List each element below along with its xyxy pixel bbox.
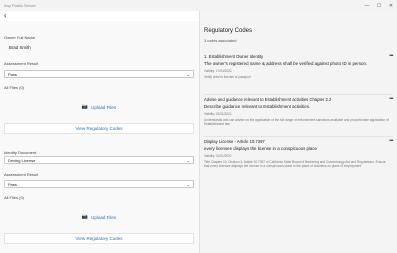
app-title: Any Public Server [4,3,36,8]
assessment-result-value: Pass [8,71,17,77]
code-description: every licensee displays the license in a… [204,146,318,151]
close-button[interactable]: ✕ [385,0,397,11]
code-title: Advise and guidance relevant to Establis… [204,97,332,102]
title-bar: Any Public Server — ☐ ✕ [0,0,397,11]
view-regulatory-codes-label: View Regulatory Codes [75,126,123,131]
minimize-button[interactable]: — [361,0,373,11]
code-description: The owner's registered name & address sh… [204,61,368,66]
camera-icon: 📷 [81,104,89,110]
chevron-down-icon: ⌄ [186,157,190,163]
code-title: Display License - Article 10.7397 [204,139,265,144]
code-note: Understands and can advise on the applic… [204,117,389,126]
upload-files-button[interactable]: 📷 Upload Files [4,212,194,222]
card-separator [204,94,393,95]
identity-document-select[interactable]: Driving License ⌄ [4,156,194,164]
maximize-button[interactable]: ☐ [373,0,385,11]
chevron-down-icon: ⌄ [186,71,190,77]
code-validity: Validity: 17/04/2021 [204,68,232,73]
all-files-label: All Files (0) [4,85,25,90]
owner-name-value[interactable]: Brad Smith [9,45,31,50]
upload-files-button[interactable]: 📷 Upload Files [4,102,194,112]
code-validity: Validity: 01/01/2021 [204,153,232,158]
identity-document-label: Identity Document [4,150,37,155]
back-arrow-icon[interactable]: ‹ [4,12,7,20]
view-regulatory-codes-button[interactable]: View Regulatory Codes [4,233,194,244]
more-options-icon[interactable]: ••• [389,96,393,102]
code-card: Display License - Article 10.7397 every … [204,139,390,168]
code-card: 1. Establishment Owner Identity The owne… [204,54,390,79]
code-description: Describe guidance relevant to Establishm… [204,104,311,109]
card-separator [204,136,393,137]
code-note: Verify driver's license or passport [204,74,251,79]
upload-files-label: Upload Files [91,214,117,220]
assessment-result-select[interactable]: Pass ⌄ [4,70,194,78]
panel-title: Regulatory Codes [204,28,253,34]
form-panel: Owner Full Name Brad Smith Assessment Re… [0,21,199,253]
all-files-label: All Files (0) [4,195,25,200]
camera-icon: 📷 [81,214,89,220]
view-regulatory-codes-button[interactable]: View Regulatory Codes [4,123,194,134]
regulatory-codes-panel: Regulatory Codes 3 codes associated 1. E… [200,11,397,253]
owner-name-label: Owner Full Name [4,35,36,40]
code-note: Title Chapter 10, Division 3, Article 10… [204,159,386,168]
more-options-icon[interactable]: ••• [389,138,393,144]
view-regulatory-codes-label: View Regulatory Codes [75,236,123,241]
more-options-icon[interactable]: ••• [389,53,393,59]
codes-count: 3 codes associated [204,39,237,43]
identity-document-value: Driving License [8,157,36,163]
assessment-result-label: Assessment Result [4,172,39,177]
code-card: Advise and guidance relevant to Establis… [204,97,390,126]
assessment-result-select[interactable]: Pass ⌄ [4,180,194,188]
back-bar: ‹ [0,11,199,21]
chevron-down-icon: ⌄ [186,181,190,187]
code-title: 1. Establishment Owner Identity [204,54,264,59]
code-validity: Validity: 01/01/2021 [204,111,232,116]
assessment-result-label: Assessment Result [4,61,39,66]
assessment-result-value: Pass [8,181,17,187]
upload-files-label: Upload Files [91,104,117,110]
